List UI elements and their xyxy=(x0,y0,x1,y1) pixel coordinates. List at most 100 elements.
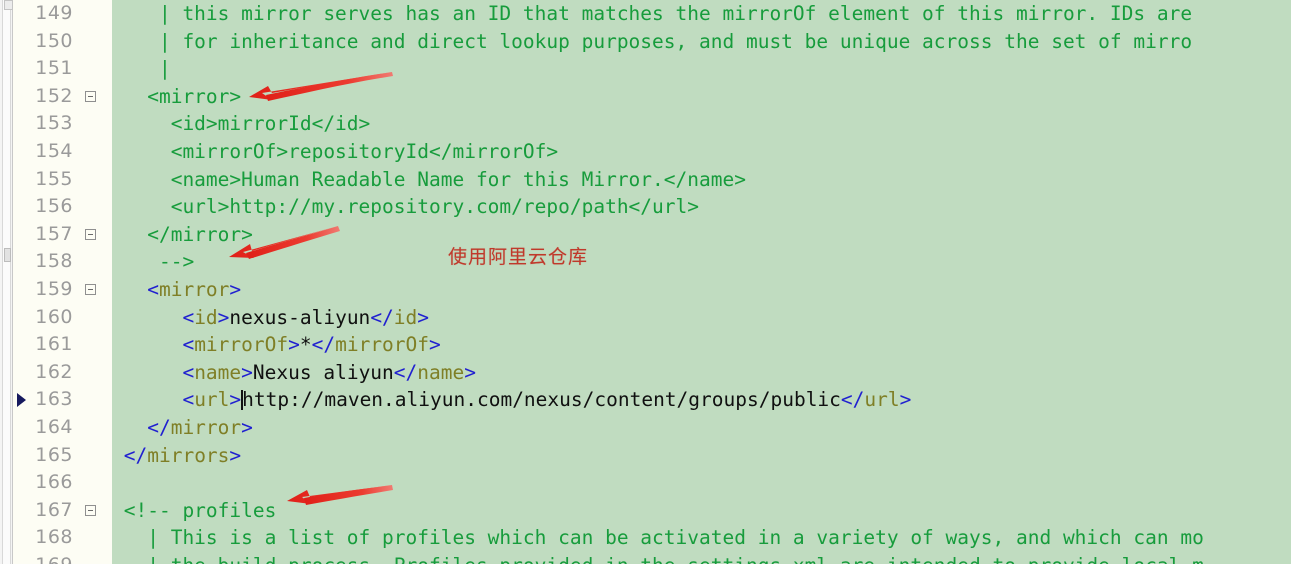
code-token-tag: mirrorOf xyxy=(335,333,430,357)
code-token-txt: * xyxy=(299,333,312,357)
gutter-row: 158 xyxy=(13,248,112,276)
code-token-cmt: | the build process. Profiles provided i… xyxy=(112,554,1204,564)
code-token-tag: id xyxy=(393,305,418,329)
code-token-br: > xyxy=(229,277,242,301)
code-token-br: > xyxy=(241,415,253,439)
code-token-br: </ xyxy=(370,305,394,329)
code-line[interactable]: <mirror> xyxy=(112,276,1291,304)
code-token-tag: name xyxy=(194,360,242,384)
code-line[interactable]: <id>nexus-aliyun</id> xyxy=(112,304,1291,332)
code-token-br: > xyxy=(217,305,230,329)
code-line[interactable]: | the build process. Profiles provided i… xyxy=(112,552,1291,564)
code-line[interactable]: <mirrorOf>repositoryId</mirrorOf> xyxy=(112,138,1291,166)
fold-collapse-icon[interactable] xyxy=(85,504,96,516)
line-number: 155 xyxy=(35,167,73,190)
line-number: 153 xyxy=(35,112,73,135)
code-token-tag: mirrorOf xyxy=(194,333,289,357)
line-number: 169 xyxy=(35,552,73,564)
code-area[interactable]: | this mirror serves has an ID that matc… xyxy=(112,0,1291,564)
code-line[interactable]: <url>http://maven.aliyun.com/nexus/conte… xyxy=(112,386,1291,414)
code-token-cmt: <!-- profiles xyxy=(112,498,277,522)
line-number: 154 xyxy=(35,139,73,162)
code-token-br: > xyxy=(241,360,253,384)
code-token-br: > xyxy=(464,360,476,384)
line-number: 149 xyxy=(35,2,73,24)
code-line[interactable]: </mirrors> xyxy=(112,442,1291,470)
code-token-br: > xyxy=(429,333,441,357)
code-line[interactable]: | xyxy=(112,55,1291,83)
code-line[interactable]: <name>Nexus aliyun</name> xyxy=(112,359,1291,387)
line-number: 163 xyxy=(35,388,73,411)
code-token-br: > xyxy=(899,388,912,412)
scrollbar-thumb[interactable] xyxy=(4,248,11,262)
fold-collapse-icon[interactable] xyxy=(85,283,96,295)
line-number: 167 xyxy=(35,498,73,521)
gutter-row: 149 xyxy=(13,0,112,28)
gutter-row: 155 xyxy=(13,166,112,194)
code-line[interactable] xyxy=(112,469,1291,497)
line-number: 151 xyxy=(35,57,73,80)
gutter-row: 167 xyxy=(13,497,112,525)
code-token-br: < xyxy=(112,277,159,301)
code-line[interactable]: --> xyxy=(112,248,1291,276)
scrollbar-top-cap[interactable] xyxy=(4,0,13,10)
current-line-marker-icon xyxy=(17,393,26,408)
code-token-cmt: <mirror> xyxy=(112,84,242,108)
gutter-row: 154 xyxy=(13,138,112,166)
gutter-row: 153 xyxy=(13,110,112,138)
code-line[interactable]: | This is a list of profiles which can b… xyxy=(112,524,1291,552)
line-number: 166 xyxy=(35,471,73,494)
code-line[interactable]: <id>mirrorId</id> xyxy=(112,110,1291,138)
code-token-cmt: | xyxy=(112,57,171,81)
gutter-row: 159 xyxy=(13,276,112,304)
code-line[interactable]: <url>http://my.repository.com/repo/path<… xyxy=(112,193,1291,221)
code-line[interactable]: </mirror> xyxy=(112,414,1291,442)
fold-collapse-icon[interactable] xyxy=(85,228,96,240)
code-token-txt: Nexus aliyun xyxy=(252,360,394,384)
line-number: 156 xyxy=(35,195,73,218)
code-token-tag: mirror xyxy=(158,277,230,301)
gutter-row: 166 xyxy=(13,469,112,497)
gutter-row: 163 xyxy=(13,386,112,414)
code-token-br: > xyxy=(288,333,300,357)
line-number: 168 xyxy=(35,526,73,549)
code-token-tag: name xyxy=(417,360,465,384)
code-token-br: > xyxy=(417,305,430,329)
line-number: 161 xyxy=(35,333,73,356)
code-line[interactable]: <mirrorOf>*</mirrorOf> xyxy=(112,331,1291,359)
code-line[interactable]: | for inheritance and direct lookup purp… xyxy=(112,28,1291,56)
line-number: 162 xyxy=(35,360,73,383)
line-number: 160 xyxy=(35,305,73,328)
code-token-br: < xyxy=(112,388,195,412)
code-line[interactable]: | this mirror serves has an ID that matc… xyxy=(112,0,1291,28)
code-token-br: > xyxy=(229,388,242,412)
code-token-tag: url xyxy=(864,388,900,412)
code-token-cmt: <id>mirrorId</id> xyxy=(112,112,371,136)
code-line[interactable]: <!-- profiles xyxy=(112,497,1291,525)
gutter-row: 168 xyxy=(13,524,112,552)
code-line[interactable]: <name>Human Readable Name for this Mirro… xyxy=(112,166,1291,194)
gutter-row: 162 xyxy=(13,359,112,387)
line-number: 150 xyxy=(35,29,73,52)
code-token-cmt: | for inheritance and direct lookup purp… xyxy=(112,29,1193,53)
code-line[interactable]: </mirror> xyxy=(112,221,1291,249)
code-line[interactable]: <mirror> xyxy=(112,83,1291,111)
left-edge-strip xyxy=(0,0,13,564)
code-token-cmt: --> xyxy=(112,250,195,274)
fold-collapse-icon[interactable] xyxy=(85,90,96,102)
gutter-row: 150 xyxy=(13,28,112,56)
code-token-br: </ xyxy=(311,333,336,357)
gutter-row: 156 xyxy=(13,193,112,221)
code-token-br: < xyxy=(112,360,195,384)
code-token-br: </ xyxy=(112,415,171,439)
vertical-scrollbar-track[interactable] xyxy=(2,0,13,564)
code-token-tag: id xyxy=(194,305,218,329)
gutter-row: 169 xyxy=(13,552,112,564)
line-number: 158 xyxy=(35,250,73,273)
code-token-br: > xyxy=(229,443,242,467)
code-token-br: </ xyxy=(393,360,418,384)
code-token-br: </ xyxy=(112,443,148,467)
gutter-row: 161 xyxy=(13,331,112,359)
gutter-row: 164 xyxy=(13,414,112,442)
line-number: 152 xyxy=(35,84,73,107)
